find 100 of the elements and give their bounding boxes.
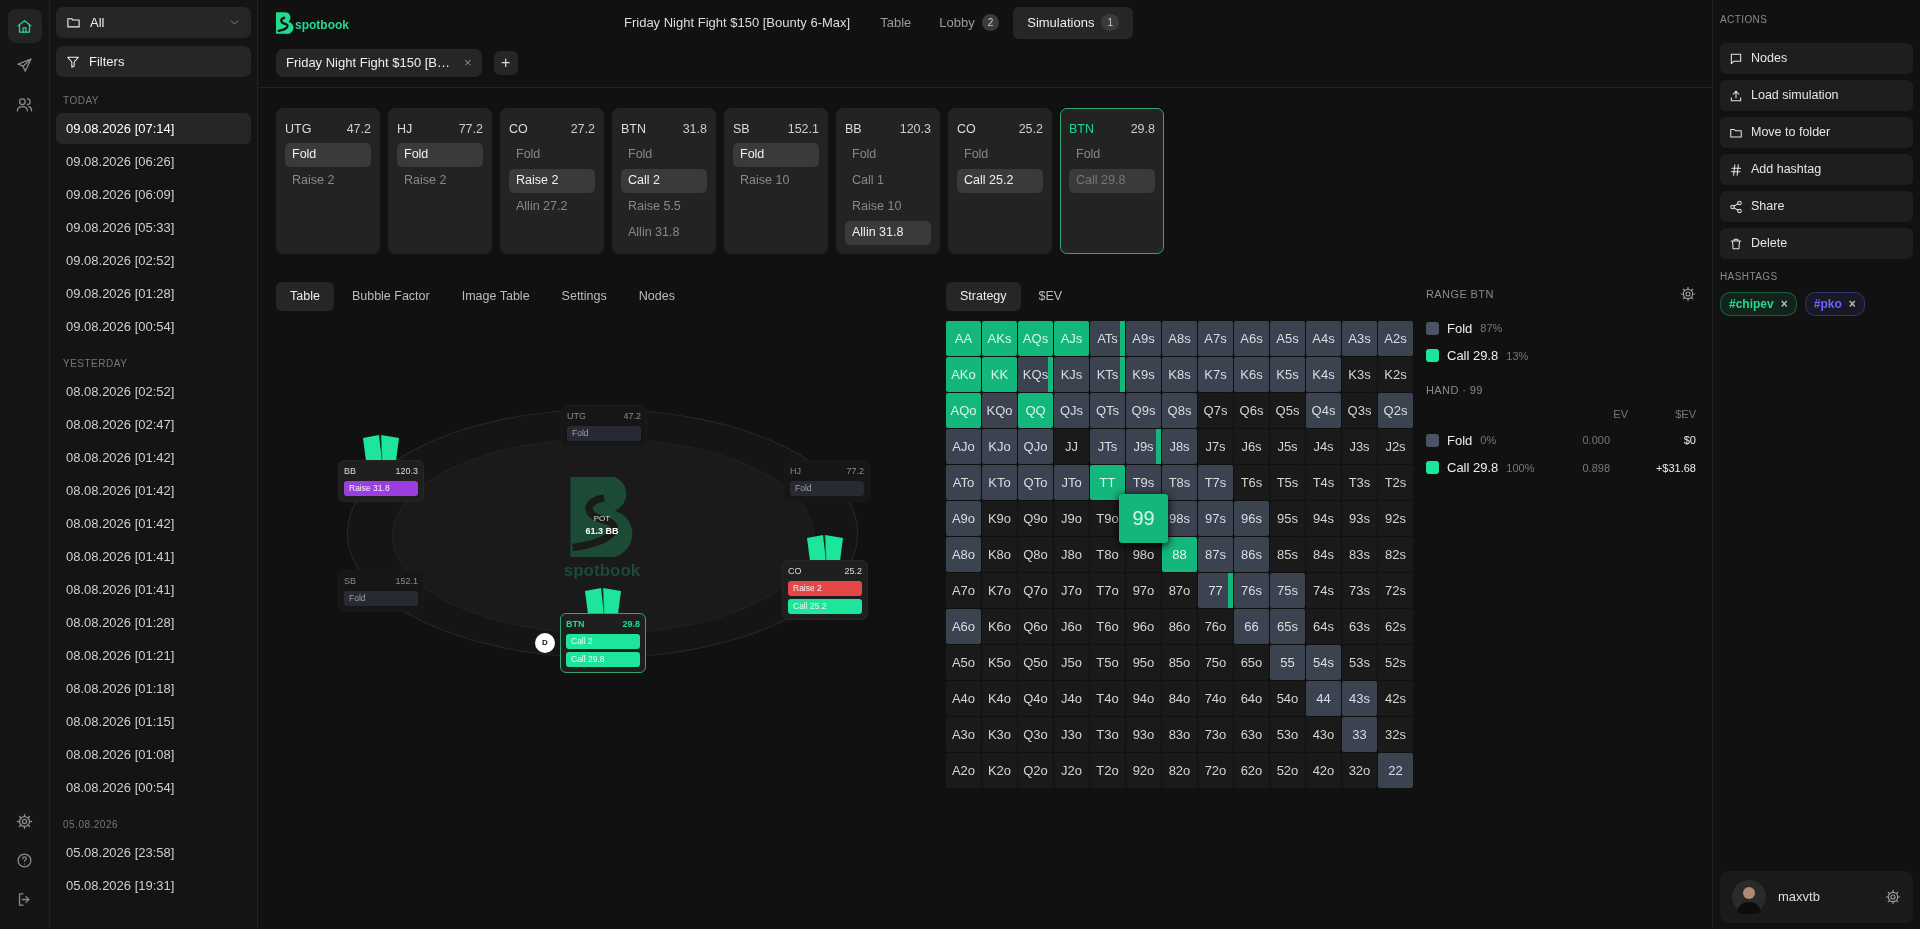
avatar[interactable]	[1732, 880, 1766, 914]
hand-cell[interactable]: 86s	[1234, 536, 1269, 572]
hand-cell[interactable]: Q7s	[1198, 392, 1233, 428]
hand-cell[interactable]: QJs	[1054, 392, 1089, 428]
action-option[interactable]: Fold	[733, 142, 819, 167]
hand-cell[interactable]: T6s	[1234, 464, 1269, 500]
hand-cell[interactable]: 94o	[1126, 680, 1161, 716]
hand-cell[interactable]: A7o	[946, 572, 981, 608]
hand-cell[interactable]: J2o	[1054, 752, 1089, 788]
action-option[interactable]: Fold	[957, 142, 1043, 167]
hand-cell[interactable]: Q8s	[1162, 392, 1197, 428]
view-tab[interactable]: Settings	[547, 282, 621, 311]
hand-cell[interactable]: J3s	[1342, 428, 1377, 464]
hand-cell[interactable]: K9s	[1126, 356, 1161, 392]
hand-cell[interactable]: Q9s	[1126, 392, 1161, 428]
action-option[interactable]: Allin 31.8	[621, 220, 707, 245]
session-item[interactable]: 08.08.2026 [01:21]	[56, 640, 251, 671]
hand-cell[interactable]: T5o	[1090, 644, 1125, 680]
hand-cell[interactable]: A9s	[1126, 320, 1161, 356]
hand-cell[interactable]: 74s	[1306, 572, 1341, 608]
hand-cell[interactable]: 66	[1234, 608, 1269, 644]
hand-cell[interactable]: 95o	[1126, 644, 1161, 680]
settings-icon[interactable]	[1885, 889, 1901, 905]
hand-cell[interactable]: A6o	[946, 608, 981, 644]
hand-cell[interactable]: 54o	[1270, 680, 1305, 716]
hand-cell[interactable]: JTs	[1090, 428, 1125, 464]
hand-cell[interactable]: K7o	[982, 572, 1017, 608]
session-item[interactable]: 09.08.2026 [06:09]	[56, 179, 251, 210]
hand-cell[interactable]: K6o	[982, 608, 1017, 644]
hand-cell[interactable]: J6s	[1234, 428, 1269, 464]
hand-cell[interactable]: A8o	[946, 536, 981, 572]
action-button[interactable]: Delete	[1720, 228, 1913, 259]
hand-cell[interactable]: 65s	[1270, 608, 1305, 644]
session-item[interactable]: 09.08.2026 [05:33]	[56, 212, 251, 243]
action-option[interactable]: Raise 2	[285, 168, 371, 193]
hand-cell[interactable]: 22	[1378, 752, 1413, 788]
view-tab[interactable]: Nodes	[624, 282, 689, 311]
hand-cell[interactable]: 83o	[1162, 716, 1197, 752]
session-item[interactable]: 05.08.2026 [23:58]	[56, 837, 251, 868]
session-item[interactable]: 09.08.2026 [02:52]	[56, 245, 251, 276]
hand-cell[interactable]: J8o	[1054, 536, 1089, 572]
hand-cell[interactable]: T8o	[1090, 536, 1125, 572]
hand-cell[interactable]: A4o	[946, 680, 981, 716]
nav-tab[interactable]: Simulations 1	[1013, 7, 1133, 39]
action-option[interactable]: Allin 27.2	[509, 194, 595, 219]
hand-cell[interactable]: A3o	[946, 716, 981, 752]
hand-cell[interactable]: 87o	[1162, 572, 1197, 608]
session-item[interactable]: 09.08.2026 [06:26]	[56, 146, 251, 177]
hand-cell[interactable]: K3s	[1342, 356, 1377, 392]
hand-cell[interactable]: 87s	[1198, 536, 1233, 572]
hand-cell[interactable]: 76s	[1234, 572, 1269, 608]
hand-cell[interactable]: T8s	[1162, 464, 1197, 500]
hand-cell[interactable]: 82s	[1378, 536, 1413, 572]
hand-cell[interactable]: J6o	[1054, 608, 1089, 644]
session-item[interactable]: 08.08.2026 [01:42]	[56, 442, 251, 473]
hand-cell[interactable]: KJo	[982, 428, 1017, 464]
view-tab[interactable]: Image Table	[447, 282, 544, 311]
hand-cell[interactable]: Q5o	[1018, 644, 1053, 680]
hand-cell[interactable]: 42o	[1306, 752, 1341, 788]
hand-cell[interactable]: K3o	[982, 716, 1017, 752]
action-option[interactable]: Call 1	[845, 168, 931, 193]
hand-cell[interactable]: A5o	[946, 644, 981, 680]
hand-cell[interactable]: T4o	[1090, 680, 1125, 716]
action-option[interactable]: Raise 2	[509, 168, 595, 193]
hand-cell[interactable]: 55	[1270, 644, 1305, 680]
hand-cell[interactable]: T2s	[1378, 464, 1413, 500]
action-option[interactable]: Raise 10	[845, 194, 931, 219]
range-tab[interactable]: $EV	[1024, 282, 1077, 311]
hand-cell[interactable]: 72o	[1198, 752, 1233, 788]
hand-cell[interactable]: 72s	[1378, 572, 1413, 608]
hand-cell[interactable]: KQs	[1018, 356, 1053, 392]
hand-cell[interactable]: K5s	[1270, 356, 1305, 392]
folder-select[interactable]: All	[56, 7, 251, 38]
hand-cell[interactable]: Q8o	[1018, 536, 1053, 572]
hand-cell[interactable]: Q9o	[1018, 500, 1053, 536]
hand-cell[interactable]: 64o	[1234, 680, 1269, 716]
hand-cell[interactable]: QJo	[1018, 428, 1053, 464]
hand-cell[interactable]: T3o	[1090, 716, 1125, 752]
action-option[interactable]: Call 2	[621, 168, 707, 193]
hand-cell[interactable]: 73s	[1342, 572, 1377, 608]
nav-tab[interactable]: Table	[866, 7, 926, 39]
hand-cell[interactable]: 52s	[1378, 644, 1413, 680]
action-button[interactable]: Move to folder	[1720, 117, 1913, 148]
hand-cell[interactable]: 63s	[1342, 608, 1377, 644]
hand-cell[interactable]: 64s	[1306, 608, 1341, 644]
settings-icon[interactable]	[1680, 286, 1696, 303]
hand-cell[interactable]: 96s	[1234, 500, 1269, 536]
hand-cell[interactable]: 44	[1306, 680, 1341, 716]
session-item[interactable]: 08.08.2026 [01:41]	[56, 541, 251, 572]
hand-cell[interactable]: 54s	[1306, 644, 1341, 680]
hand-cell[interactable]: 43o	[1306, 716, 1341, 752]
hand-cell[interactable]: J2s	[1378, 428, 1413, 464]
view-tab[interactable]: Table	[276, 282, 334, 311]
hand-cell[interactable]: 33	[1342, 716, 1377, 752]
hand-cell[interactable]: 96o	[1126, 608, 1161, 644]
hand-cell[interactable]: T4s	[1306, 464, 1341, 500]
hand-cell[interactable]: K4s	[1306, 356, 1341, 392]
hand-cell[interactable]: Q6o	[1018, 608, 1053, 644]
hand-cell[interactable]: ATs	[1090, 320, 1125, 356]
hand-cell[interactable]: 86o	[1162, 608, 1197, 644]
